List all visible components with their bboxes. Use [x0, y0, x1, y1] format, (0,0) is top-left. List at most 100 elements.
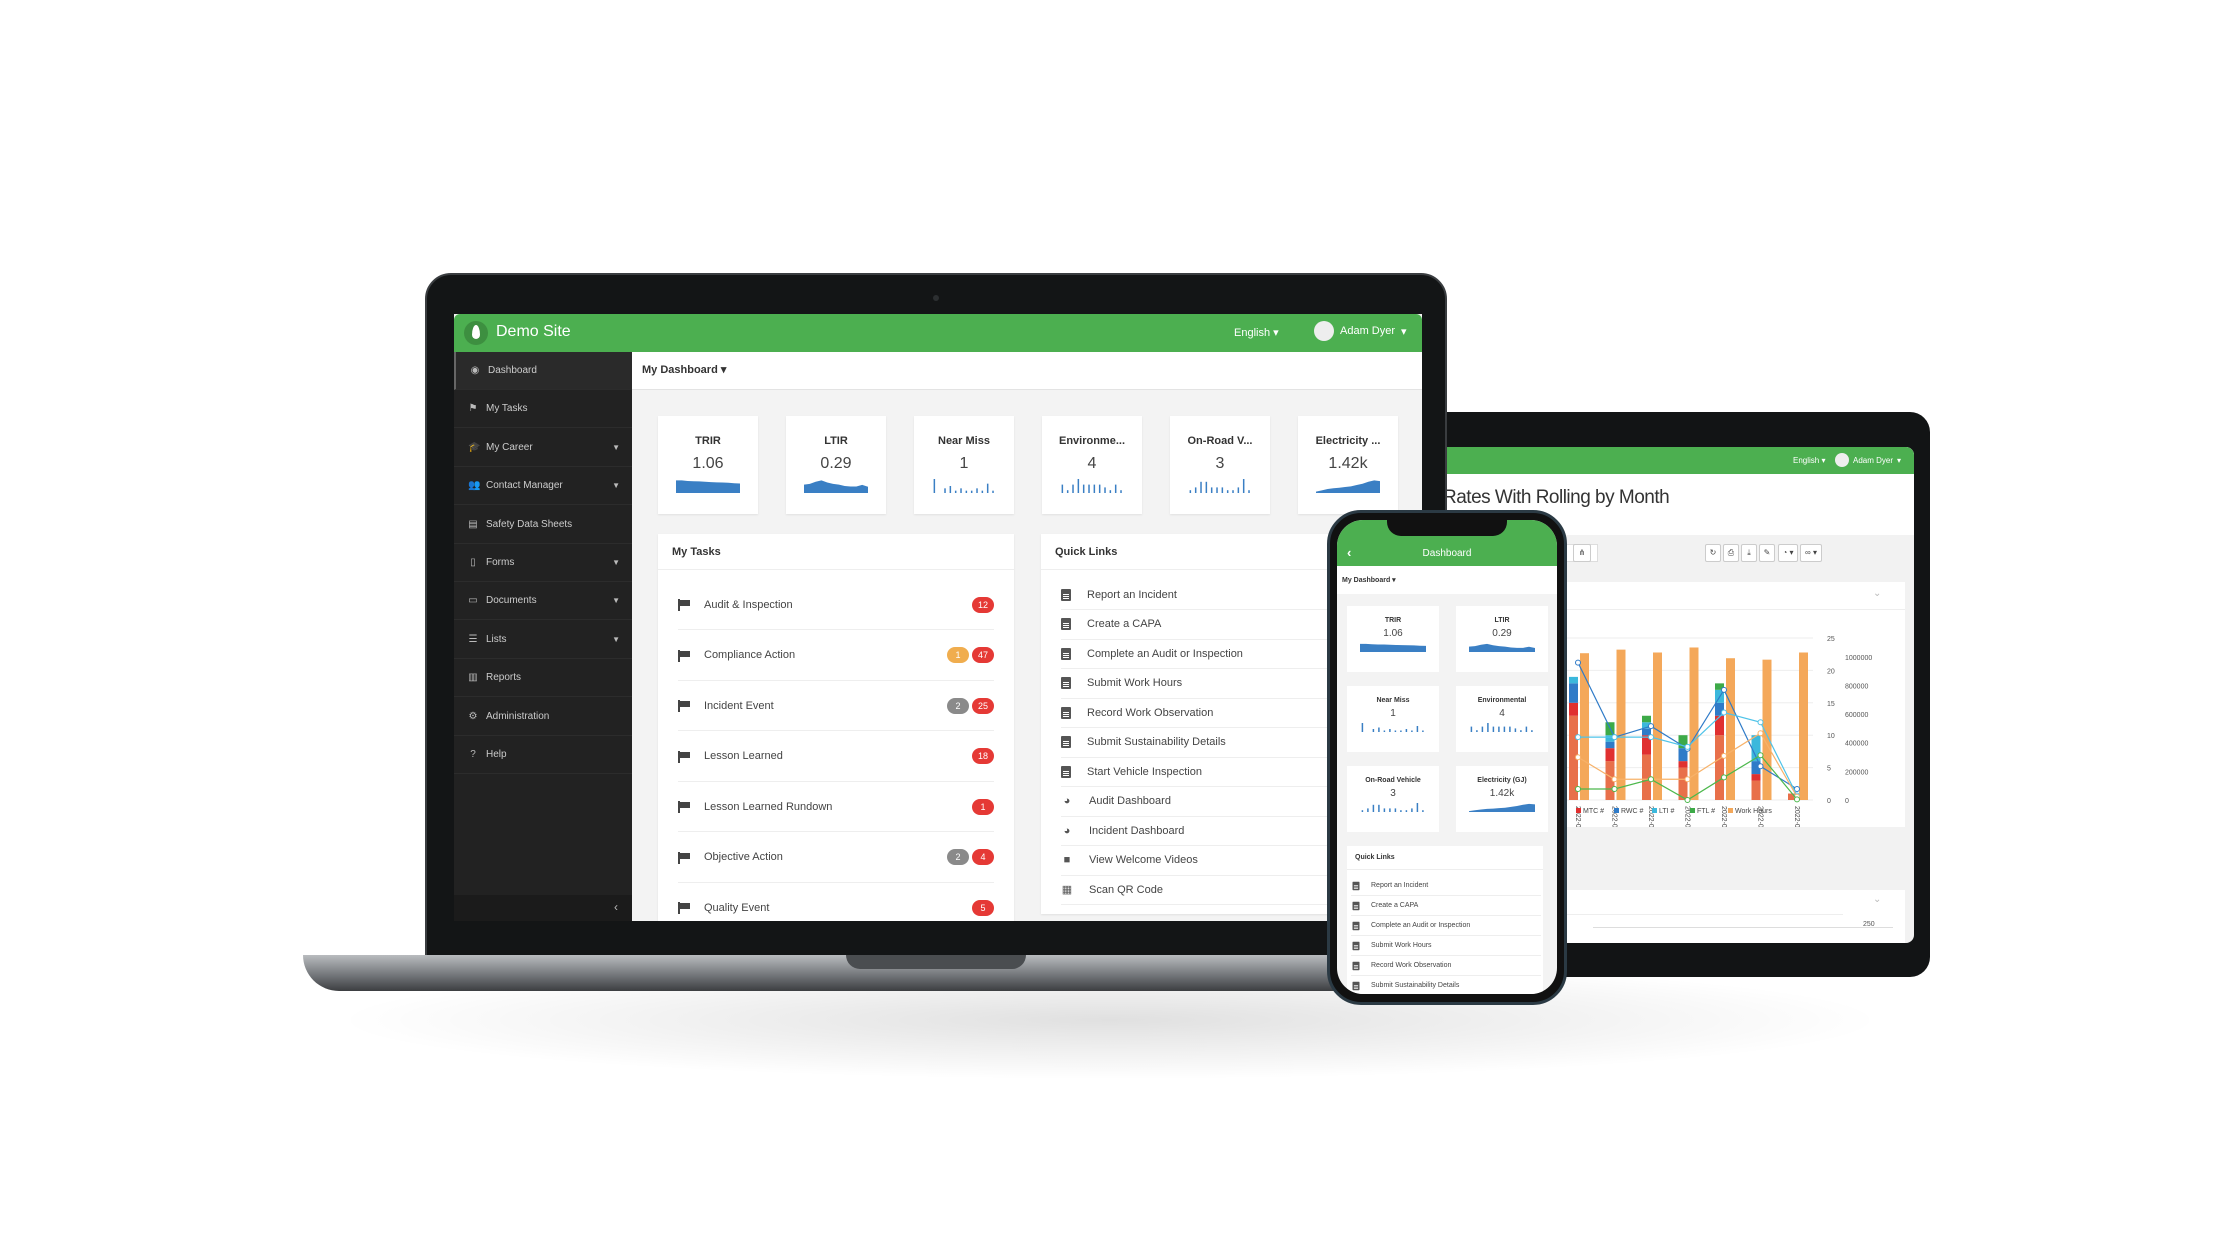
sparkline-bar: [1361, 810, 1364, 812]
sidebar-item-my-career[interactable]: 🎓 My Career ▼: [454, 429, 632, 467]
user-menu[interactable]: Adam Dyer ▾: [1835, 453, 1901, 467]
user-menu[interactable]: Adam Dyer ▾: [1314, 321, 1407, 341]
task-row[interactable]: Lesson Learned Rundown 1: [678, 782, 994, 832]
x-tick-label: 2022-05: [1720, 806, 1727, 827]
quick-link[interactable]: ■ View Welcome Videos: [1061, 846, 1331, 876]
line-point: [1757, 730, 1764, 737]
quick-link[interactable]: Complete an Audit or Inspection: [1351, 916, 1541, 936]
legend-label[interactable]: MTC #: [1583, 808, 1604, 815]
sparkline-bar: [1509, 726, 1511, 732]
kpi-card[interactable]: Electricity ... 1.42k: [1298, 416, 1398, 514]
quick-link[interactable]: ◕ Audit Dashboard: [1061, 787, 1331, 817]
quick-link[interactable]: Complete an Audit or Inspection: [1061, 639, 1331, 669]
sparkline-bar: [1531, 730, 1533, 732]
quick-link[interactable]: Submit Work Hours: [1351, 936, 1541, 956]
quick-link[interactable]: Record Work Observation: [1061, 698, 1331, 728]
kpi-card[interactable]: TRIR 1.06: [1347, 606, 1439, 672]
quick-link[interactable]: Create a CAPA: [1351, 896, 1541, 916]
sidebar-item-contact-manager[interactable]: 👥 Contact Manager ▼: [454, 467, 632, 506]
kpi-card[interactable]: Environmental 4: [1456, 686, 1548, 752]
site-name[interactable]: Demo Site: [496, 323, 571, 341]
legend-swatch: [1728, 808, 1733, 813]
pencil-button[interactable]: ✎: [1759, 544, 1775, 562]
quick-link[interactable]: Report an Incident: [1061, 580, 1331, 610]
sidebar-item-help[interactable]: ? Help: [454, 736, 632, 774]
quick-link[interactable]: Submit Sustainability Details: [1351, 976, 1541, 994]
task-row[interactable]: Incident Event 2 25: [678, 681, 994, 731]
legend-swatch: [1614, 808, 1619, 813]
kpi-card[interactable]: Near Miss 1: [914, 416, 1014, 514]
kpi-value: 4: [1087, 455, 1097, 472]
chevron-left-icon: ‹: [614, 900, 618, 914]
sparkline-bar: [1189, 490, 1192, 493]
task-row[interactable]: Lesson Learned 18: [678, 732, 994, 782]
sidebar-collapse-button[interactable]: ‹: [454, 895, 632, 921]
kpi-card[interactable]: On-Road Vehicle 3: [1347, 766, 1439, 832]
sparkline-bar: [1470, 726, 1473, 732]
sidebar-item-safety-data-sheets[interactable]: ▤ Safety Data Sheets: [454, 506, 632, 544]
quick-link[interactable]: Create a CAPA: [1061, 610, 1331, 640]
language-selector[interactable]: English ▾: [1793, 456, 1826, 465]
rss-button[interactable]: ◔ ▾: [1778, 544, 1798, 562]
kpi-card[interactable]: On-Road V... 3: [1170, 416, 1270, 514]
quick-link[interactable]: ▦ Scan QR Code: [1061, 875, 1331, 905]
task-row[interactable]: Quality Event 5: [678, 883, 994, 921]
sparkline-bar: [992, 490, 994, 493]
task-row[interactable]: Objective Action 2 4: [678, 833, 994, 883]
kpi-title: LTIR: [1494, 617, 1510, 624]
legend-label[interactable]: Work Hours: [1735, 808, 1772, 815]
sidebar-item-administration[interactable]: ⚙ Administration: [454, 698, 632, 736]
legend-label[interactable]: LTI #: [1659, 808, 1675, 815]
quick-link[interactable]: ◕ Incident Dashboard: [1061, 816, 1331, 846]
kpi-card[interactable]: Near Miss 1: [1347, 686, 1439, 752]
sidebar-item-my-tasks[interactable]: ⚑ My Tasks: [454, 390, 632, 429]
collapse-chevron-icon[interactable]: ⌄: [1873, 894, 1881, 905]
bar-mtc: [1605, 748, 1615, 762]
dashboard-selector[interactable]: My Dashboard ▾: [1337, 566, 1557, 594]
print-button[interactable]: ⎙: [1723, 544, 1739, 562]
y-right-tick: 800000: [1845, 683, 1868, 690]
quick-link[interactable]: Report an Incident: [1351, 876, 1541, 896]
link-button[interactable]: ∞ ▾: [1800, 544, 1822, 562]
sparkline-bar: [1411, 730, 1413, 732]
language-selector[interactable]: English ▾: [1234, 326, 1279, 339]
form-icon: ▯: [470, 557, 476, 568]
graduation-cap-icon: 🎓: [468, 441, 481, 453]
task-row[interactable]: Audit & Inspection 12: [678, 580, 994, 630]
quick-link[interactable]: Submit Sustainability Details: [1061, 728, 1331, 758]
flag-icon: [678, 599, 690, 611]
quick-link-label: Record Work Observation: [1371, 962, 1452, 969]
leaf-logo-icon[interactable]: [464, 321, 488, 345]
task-row[interactable]: Compliance Action 1 47: [678, 631, 994, 681]
dashboard-selector-label: My Dashboard: [642, 364, 718, 376]
download-button[interactable]: ⤓: [1741, 544, 1757, 562]
sparkline-bar: [1216, 487, 1218, 493]
quick-link-label: Complete an Audit or Inspection: [1371, 922, 1471, 929]
hierarchy-button[interactable]: ⋔: [1573, 544, 1591, 562]
quick-link[interactable]: Start Vehicle Inspection: [1061, 757, 1331, 787]
refresh-button[interactable]: ↻: [1705, 544, 1721, 562]
quick-link[interactable]: Record Work Observation: [1351, 956, 1541, 976]
sparkline: [1189, 479, 1250, 493]
kpi-card[interactable]: Electricity (GJ) 1.42k: [1456, 766, 1548, 832]
kpi-card[interactable]: LTIR 0.29: [786, 416, 886, 514]
kpi-card[interactable]: TRIR 1.06: [658, 416, 758, 514]
legend-label[interactable]: FTL #: [1697, 808, 1715, 815]
flag-icon: [678, 700, 690, 712]
line-point: [1721, 686, 1727, 693]
sidebar-item-documents[interactable]: ▭ Documents ▼: [454, 582, 632, 621]
sidebar-item-dashboard[interactable]: ◉ Dashboard: [454, 352, 632, 390]
legend-label[interactable]: RWC #: [1621, 808, 1644, 815]
quick-link[interactable]: Submit Work Hours: [1061, 669, 1331, 699]
kpi-card[interactable]: Environme... 4: [1042, 416, 1142, 514]
sidebar-item-reports[interactable]: ▥ Reports: [454, 659, 632, 698]
dashboard-selector[interactable]: My Dashboard ▾: [632, 352, 1422, 390]
sparkline-bar: [1520, 730, 1522, 732]
sidebar-item-lists[interactable]: ☰ Lists ▼: [454, 621, 632, 659]
task-badges: 24: [947, 849, 994, 865]
sparkline-bar: [1361, 723, 1364, 732]
task-label: Compliance Action: [704, 649, 796, 661]
kpi-title: TRIR: [695, 435, 721, 447]
sidebar-item-forms[interactable]: ▯ Forms ▼: [454, 544, 632, 582]
kpi-card[interactable]: LTIR 0.29: [1456, 606, 1548, 672]
